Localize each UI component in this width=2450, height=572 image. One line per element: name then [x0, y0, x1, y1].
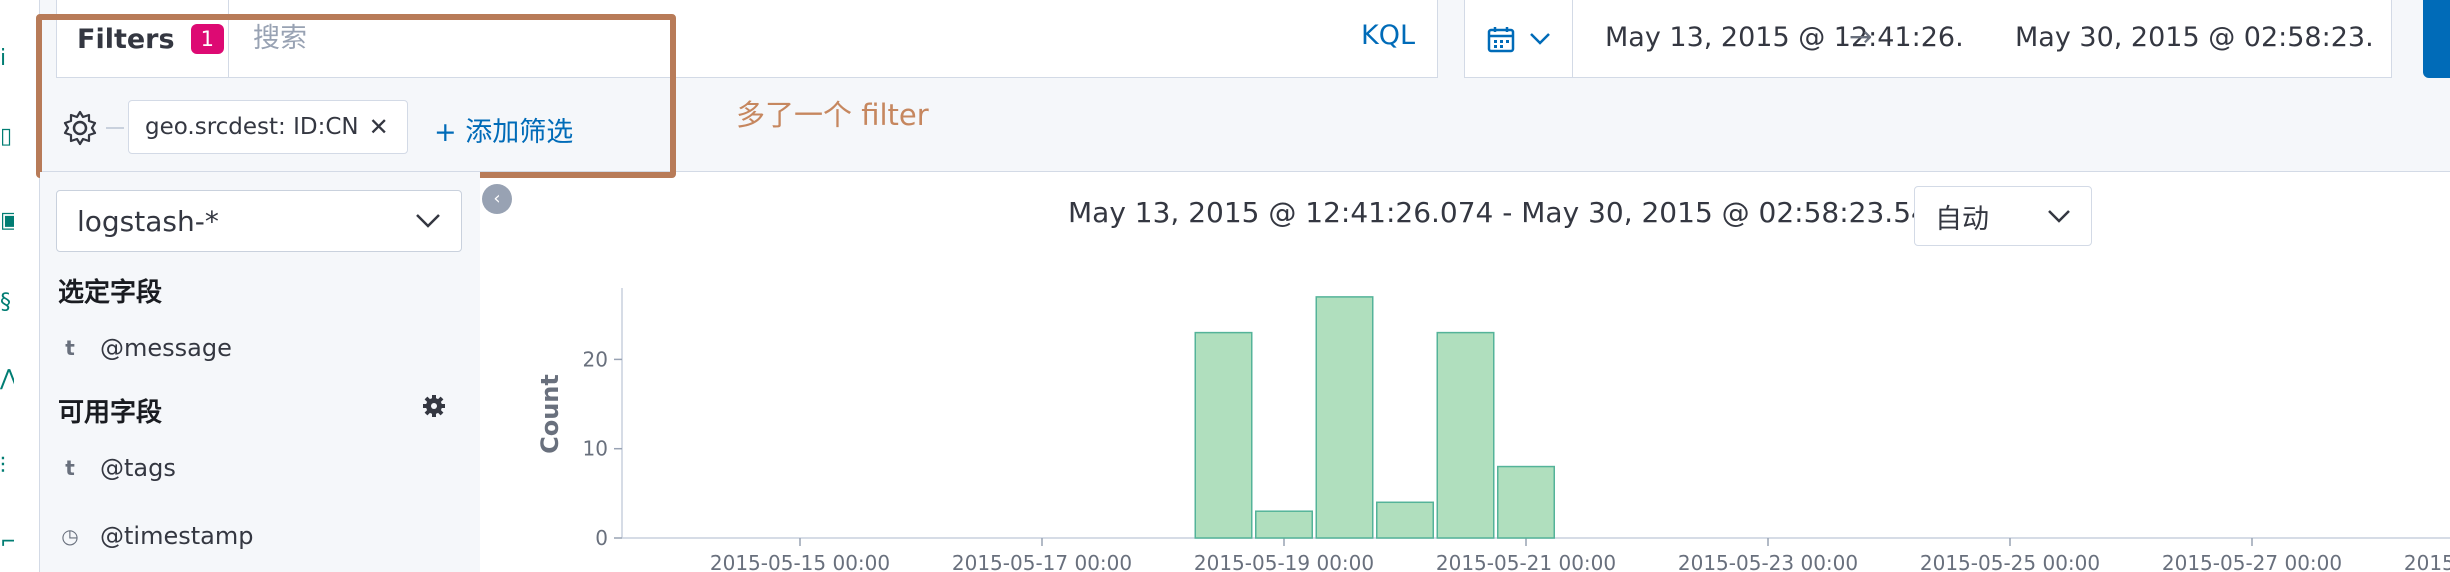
side-nav: ⅰ ▯ ▣ § ⋀ ⫶ ⌐: [0, 0, 40, 572]
string-type-icon: t: [65, 336, 75, 360]
y-tick-label: 20: [583, 347, 608, 371]
interval-select[interactable]: 自动: [1914, 186, 2092, 246]
maps-nav-icon[interactable]: ⫶: [0, 454, 14, 480]
histogram-chart: 0 10 20 Count 2015-05-15 00:00 2015-05-17 00:…: [536, 288, 2450, 572]
timelion-nav-icon[interactable]: §: [0, 290, 14, 316]
x-tick-label: 2015-05-27 00:00: [2162, 551, 2342, 572]
histogram-bar: [1315, 296, 1374, 539]
index-pattern-value: logstash-*: [77, 204, 219, 238]
field-item-message[interactable]: t @message: [60, 334, 232, 362]
time-range-text: May 13, 2015 @ 12:41:26.074 - May 30, 20…: [1068, 196, 1984, 229]
x-tick-label: 2015-05-15 00:00: [710, 551, 890, 572]
collapse-sidebar-icon[interactable]: ‹: [482, 184, 512, 214]
clock-icon: ◷: [61, 524, 79, 548]
calendar-icon: [1487, 27, 1514, 53]
ml-nav-icon[interactable]: ⌐: [0, 530, 14, 556]
chevron-down-icon: [2048, 210, 2070, 223]
field-sidebar: logstash-* 选定字段 t @message 可用字段 t @tags …: [40, 172, 480, 572]
x-tick-label: 2015-05-21 00:00: [1436, 551, 1616, 572]
histogram-bar: [1194, 331, 1253, 539]
available-fields-title: 可用字段: [58, 398, 163, 428]
field-name: @message: [100, 334, 232, 362]
interval-value: 自动: [1935, 203, 1989, 235]
dashboard-nav-icon[interactable]: ▣: [0, 208, 14, 234]
arrow-right-icon: →: [1849, 20, 1873, 53]
x-tick-label: 2015-05-17 00:00: [952, 551, 1132, 572]
x-tick-label: 2015-05-29 00:00: [2404, 551, 2450, 572]
quick-menu-button[interactable]: [1465, 0, 1573, 78]
y-tick-label: 10: [583, 437, 608, 461]
field-item-tags[interactable]: t @tags: [60, 454, 176, 482]
start-date[interactable]: May 13, 2015 @ 12:41:26.: [1605, 22, 1964, 53]
histogram-bar: [1436, 331, 1495, 539]
field-name: @tags: [100, 454, 176, 482]
y-axis-label: Count: [536, 374, 564, 454]
histogram-bar: [1255, 510, 1313, 539]
annotation-highlight-box: [36, 14, 676, 178]
discover-nav-icon[interactable]: ⅰ: [0, 46, 14, 72]
date-picker: May 13, 2015 @ 12:41:26. → May 30, 2015 …: [1464, 0, 2392, 78]
canvas-nav-icon[interactable]: ⋀: [0, 366, 14, 392]
chevron-down-icon: [416, 214, 440, 228]
selected-fields-title: 选定字段: [58, 278, 163, 308]
annotation-text: 多了一个 filter: [736, 98, 929, 132]
x-tick-label: 2015-05-25 00:00: [1920, 551, 2100, 572]
histogram-bar: [1497, 465, 1555, 539]
end-date[interactable]: May 30, 2015 @ 02:58:23.: [2015, 22, 2374, 53]
x-tick-label: 2015-05-23 00:00: [1678, 551, 1858, 572]
x-tick-label: 2015-05-19 00:00: [1194, 551, 1374, 572]
update-button[interactable]: [2423, 0, 2450, 78]
field-name: @timestamp: [100, 522, 254, 550]
histogram-bar: [1376, 501, 1434, 539]
string-type-icon: t: [65, 456, 75, 480]
visualize-nav-icon[interactable]: ▯: [0, 124, 14, 150]
y-tick-label: 0: [595, 526, 608, 550]
field-item-timestamp[interactable]: ◷ @timestamp: [60, 522, 253, 550]
index-pattern-select[interactable]: logstash-*: [56, 190, 462, 252]
kql-language-toggle[interactable]: KQL: [1361, 20, 1415, 51]
chevron-down-icon: [1529, 33, 1550, 45]
settings-gear-icon[interactable]: [422, 394, 446, 418]
